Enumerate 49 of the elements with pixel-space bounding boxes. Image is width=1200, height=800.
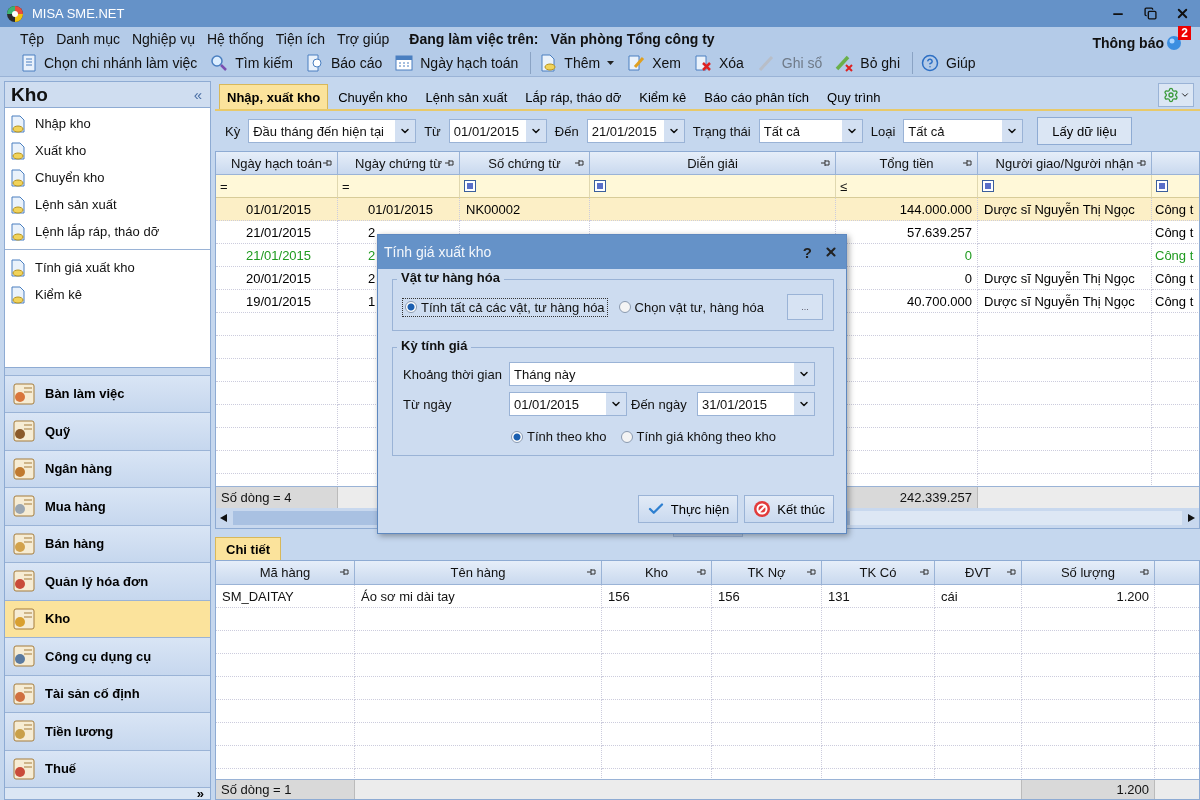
table-cell: 1	[368, 293, 376, 309]
workplace-label: Đang làm việc trên:	[409, 30, 539, 47]
filter-label: Kỳ	[225, 123, 241, 139]
table-cell: 01/01/2015	[246, 201, 312, 217]
filter-label: Trạng thái	[692, 123, 751, 139]
table-cell: Công t	[1155, 270, 1194, 286]
table-cell: 2	[368, 270, 376, 286]
table-cell: 144.000.000	[899, 201, 972, 217]
table-cell: Dược sĩ Nguyễn Thị Ngọc	[984, 293, 1135, 309]
table-cell: 156	[608, 588, 630, 604]
table-cell: 1.200	[1116, 588, 1149, 604]
field-label: Đến ngày	[630, 396, 688, 412]
field-label: Từ ngày	[403, 396, 453, 412]
group-title: Kỳ tính giá	[397, 338, 472, 353]
table-cell: 0	[964, 247, 972, 263]
table-cell: NK00002	[466, 201, 521, 217]
table-cell: 2	[368, 247, 376, 263]
table-cell: 57.639.257	[906, 224, 972, 240]
row-count: Số dòng = 4	[216, 487, 338, 508]
table-cell: Dược sĩ Nguyễn Thị Ngọc	[984, 201, 1135, 217]
table-cell: 01/01/2015	[368, 201, 434, 217]
table-cell: Áo sơ mi dài tay	[361, 588, 455, 604]
table-cell: cái	[941, 588, 958, 604]
table-cell: 2	[368, 224, 376, 240]
workplace-name: Văn phòng Tổng công ty	[550, 30, 715, 47]
dialog-title: Tính giá xuất kho	[384, 244, 493, 260]
group-title: Vật tư hàng hóa	[397, 270, 504, 285]
table-cell: 156	[718, 588, 740, 604]
table-cell: Công t	[1155, 247, 1194, 263]
table-cell: 21/01/2015	[246, 247, 312, 263]
field-label: Khoảng thời gian	[403, 366, 503, 382]
filter-label: Loại	[870, 123, 896, 139]
row-count: Số dòng = 1	[216, 780, 355, 799]
table-cell: Dược sĩ Nguyễn Thị Ngọc	[984, 270, 1135, 286]
table-cell: SM_DAITAY	[222, 588, 294, 604]
table-cell: Công t	[1155, 293, 1194, 309]
filter-label: Từ	[424, 123, 441, 139]
table-cell: Công t	[1155, 224, 1194, 240]
table-cell: Công t	[1155, 201, 1194, 217]
table-cell: 21/01/2015	[246, 224, 312, 240]
table-cell: 40.700.000	[906, 293, 972, 309]
table-cell: 20/01/2015	[246, 270, 312, 286]
total-quantity: 1.200	[1022, 780, 1155, 799]
table-cell: 19/01/2015	[246, 293, 312, 309]
table-cell: 0	[964, 270, 972, 286]
sidebar-title: Kho	[11, 83, 48, 106]
window-title: MISA SME.NET	[32, 6, 126, 21]
filter-label: Đến	[554, 123, 579, 139]
table-cell: 131	[828, 588, 850, 604]
